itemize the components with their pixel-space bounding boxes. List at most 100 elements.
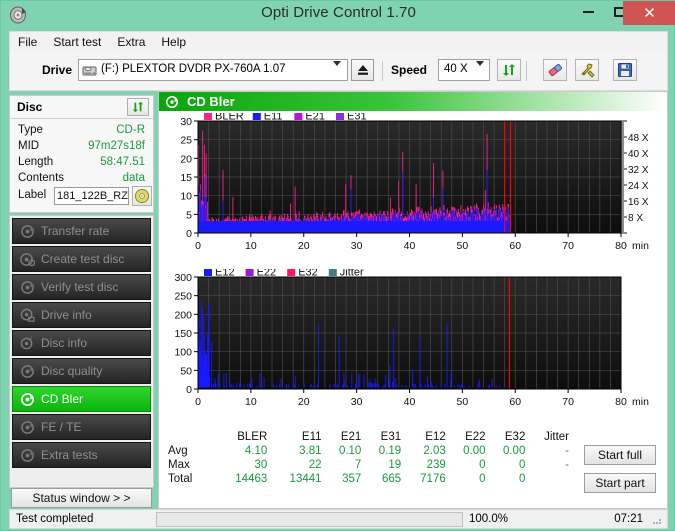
svg-text:30: 30 xyxy=(351,396,363,408)
menu-start-test[interactable]: Start test xyxy=(45,34,109,50)
cell-avg-e21: 0.10 xyxy=(338,445,362,457)
row-label-total: Total xyxy=(168,473,193,485)
cell-avg-e11: 3.81 xyxy=(299,445,322,457)
eject-button[interactable] xyxy=(351,59,374,81)
svg-text:300: 300 xyxy=(174,272,192,284)
progress-percent: 100.0% xyxy=(469,513,509,525)
disc-panel: Disc Type CD-R MID 97m27s18f Length 58:4… xyxy=(9,95,154,213)
sidebar-item-label: FE / TE xyxy=(41,420,82,434)
svg-text:150: 150 xyxy=(174,328,192,340)
cell-total-e11: 13441 xyxy=(289,473,322,485)
cell-avg-e12: 2.03 xyxy=(423,445,446,457)
resize-grip[interactable] xyxy=(651,514,663,526)
sidebar-item-disc-info[interactable]: i Disc info xyxy=(12,330,151,356)
svg-text:E21: E21 xyxy=(305,113,325,123)
cell-total-bler: 14463 xyxy=(235,473,268,485)
sidebar-item-disc-quality[interactable]: Disc quality xyxy=(12,358,151,384)
disc-panel-header: Disc xyxy=(10,96,153,119)
cd-icon xyxy=(134,188,150,204)
sidebar-item-extra-tests[interactable]: Extra tests xyxy=(12,442,151,468)
save-button[interactable] xyxy=(613,59,637,81)
sidebar-nav: Transfer rate Create test disc Verify te… xyxy=(9,215,154,488)
sidebar-item-verify-test-disc[interactable]: Verify test disc xyxy=(12,274,151,300)
svg-text:60: 60 xyxy=(509,396,521,408)
elapsed-time: 07:21 xyxy=(614,513,643,525)
disc-check-icon xyxy=(18,280,36,295)
refresh-button[interactable] xyxy=(497,59,521,81)
table-row: Max 30 22 7 19 239 0 0 - xyxy=(166,458,571,472)
cell-total-jitter xyxy=(527,472,571,486)
sidebar-item-transfer-rate[interactable]: Transfer rate xyxy=(12,218,151,244)
drive-value: (F:) PLEXTOR DVDR PX-760A 1.07 xyxy=(101,63,286,75)
disc-refresh-button[interactable] xyxy=(127,98,149,116)
tools-button[interactable] xyxy=(575,59,599,81)
svg-text:32 X: 32 X xyxy=(628,165,649,176)
eraser-button[interactable] xyxy=(543,59,567,81)
col-e21: E21 xyxy=(340,430,362,443)
stats-corner xyxy=(166,429,215,444)
cd-bler-bottom-chart: 0 50 100 150 200 250 300 0 10 20 30 40 50 60 70 80 min E1… xyxy=(166,269,666,417)
status-bar: Test completed 100.0% 07:21 xyxy=(9,509,668,529)
sidebar-item-drive-info[interactable]: Drive info xyxy=(12,302,151,328)
sidebar-item-fe-te[interactable]: FE / TE xyxy=(12,414,151,440)
drive-select[interactable]: (F:) PLEXTOR DVDR PX-760A 1.07 xyxy=(78,59,348,81)
col-e11: E11 xyxy=(301,430,322,443)
svg-text:0: 0 xyxy=(186,228,192,240)
svg-text:i: i xyxy=(29,336,31,345)
disc-key: MID xyxy=(18,140,40,152)
svg-text:40: 40 xyxy=(404,240,416,252)
svg-text:80: 80 xyxy=(615,240,627,252)
sidebar-item-cd-bler[interactable]: CD Bler xyxy=(12,386,151,412)
svg-text:100: 100 xyxy=(174,347,192,359)
disc-label-input[interactable]: 181_122B_RZE xyxy=(54,187,129,205)
row-label-avg: Avg xyxy=(168,445,188,457)
speed-select[interactable]: 40 X xyxy=(438,59,490,81)
close-button[interactable]: ✕ xyxy=(623,1,675,25)
svg-text:15: 15 xyxy=(180,172,192,184)
disc-value: 58:47.51 xyxy=(100,156,145,168)
col-bler: BLER xyxy=(237,430,268,443)
cell-total-e12: 7176 xyxy=(420,473,446,485)
cell-max-e12: 239 xyxy=(426,459,446,471)
menu-extra[interactable]: Extra xyxy=(109,34,153,50)
svg-text:40 X: 40 X xyxy=(628,149,649,160)
drive-icon xyxy=(82,63,97,78)
eject-icon xyxy=(357,65,368,75)
status-window-button[interactable]: Status window > > xyxy=(11,488,152,508)
cell-avg-e22: 0.00 xyxy=(463,445,486,457)
svg-text:24 X: 24 X xyxy=(628,181,649,192)
app-window: Opti Drive Control 1.70 ✕ File Start tes… xyxy=(0,0,675,531)
menu-file[interactable]: File xyxy=(10,34,45,50)
svg-text:8 X: 8 X xyxy=(628,213,643,224)
sidebar-item-label: Disc quality xyxy=(41,364,103,378)
cell-max-e32: 0 xyxy=(518,459,526,471)
svg-text:70: 70 xyxy=(562,240,574,252)
disc-label-button[interactable] xyxy=(132,186,152,206)
status-message: Test completed xyxy=(16,513,94,525)
disc-icon xyxy=(165,95,179,109)
menu-help[interactable]: Help xyxy=(153,34,194,50)
start-part-button[interactable]: Start part xyxy=(584,473,656,493)
cell-max-e11: 22 xyxy=(308,459,322,471)
cell-total-e22: 0 xyxy=(479,473,486,485)
sidebar-item-create-test-disc[interactable]: Create test disc xyxy=(12,246,151,272)
start-full-button[interactable]: Start full xyxy=(584,445,656,465)
disc-icon xyxy=(18,392,36,407)
col-e22: E22 xyxy=(465,430,486,443)
minimize-button[interactable] xyxy=(574,1,602,23)
disc-icon xyxy=(18,224,36,239)
sidebar-item-label: Verify test disc xyxy=(41,280,119,294)
svg-text:BLER: BLER xyxy=(215,113,244,123)
main-panel-header: CD Bler xyxy=(159,92,667,111)
disc-key: Contents xyxy=(18,172,65,184)
menu-bar: File Start test Extra Help xyxy=(9,31,668,51)
disc-key: Length xyxy=(18,156,54,168)
toolbar-divider-1 xyxy=(382,61,383,81)
chevron-down-icon xyxy=(476,61,484,80)
svg-text:E22: E22 xyxy=(257,269,277,279)
cell-total-e32: 0 xyxy=(518,473,526,485)
sidebar-item-label: Transfer rate xyxy=(41,224,110,238)
cell-max-jitter: - xyxy=(565,459,569,471)
cell-total-e21: 357 xyxy=(342,473,362,485)
col-jitter: Jitter xyxy=(544,430,569,443)
